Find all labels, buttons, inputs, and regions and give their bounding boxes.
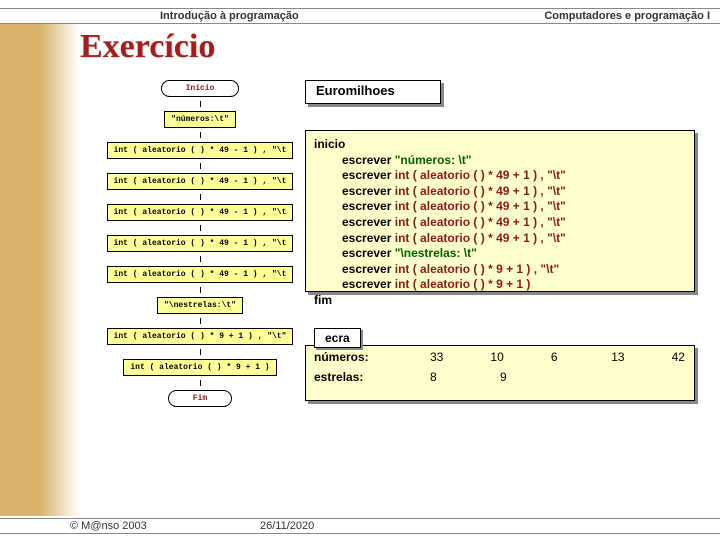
- code-line: escrever "números: \t": [342, 153, 686, 169]
- code-line: escrever int ( aleatorio ( ) * 49 + 1 ) …: [342, 168, 686, 184]
- output-value: 42: [672, 350, 686, 364]
- flow-stmt: int ( aleatorio ( ) * 49 - 1 ) , "\t: [107, 204, 294, 221]
- output-value: 10: [490, 350, 504, 364]
- code-body: escrever "números: \t" escrever int ( al…: [342, 153, 686, 293]
- flow-connector: [200, 132, 201, 138]
- flow-stmt: int ( aleatorio ( ) * 9 + 1 ): [123, 359, 276, 376]
- output-row-estrelas: estrelas: 8 9: [314, 370, 686, 384]
- flow-end: Fim: [168, 390, 232, 407]
- flow-connector: [200, 101, 201, 107]
- output-value: 13: [611, 350, 625, 364]
- output-label: números:: [314, 350, 384, 364]
- code-keyword-fim: fim: [314, 293, 686, 309]
- output-row-numeros: números: 33 10 6 13 42: [314, 350, 686, 364]
- output-value: 8: [430, 370, 454, 384]
- code-line: escrever "\nestrelas: \t": [342, 246, 686, 262]
- output-value: 33: [430, 350, 444, 364]
- header-right: Computadores e programação I: [544, 10, 710, 22]
- flow-connector: [200, 163, 201, 169]
- flow-connector: [200, 256, 201, 262]
- flow-connector: [200, 225, 201, 231]
- flow-connector: [200, 380, 201, 386]
- code-keyword-inicio: inicio: [314, 137, 686, 153]
- page-title: Exercício: [80, 28, 215, 66]
- code-line: escrever int ( aleatorio ( ) * 49 + 1 ) …: [342, 231, 686, 247]
- flow-connector: [200, 194, 201, 200]
- header-left: Introdução à programação: [160, 10, 299, 22]
- output-value: 9: [500, 370, 524, 384]
- code-line: escrever int ( aleatorio ( ) * 49 + 1 ) …: [342, 184, 686, 200]
- flow-connector: [200, 318, 201, 324]
- footer-copyright: © M@nso 2003: [70, 520, 147, 532]
- code-panel: inicio escrever "números: \t" escrever i…: [305, 130, 695, 292]
- output-label: estrelas:: [314, 370, 384, 384]
- flow-start: Início: [161, 80, 240, 97]
- flow-stmt: "\nestrelas:\t": [157, 297, 243, 314]
- algorithm-title: Euromilhoes: [316, 83, 395, 98]
- flow-stmt: "números:\t": [164, 111, 236, 128]
- flow-stmt: int ( aleatorio ( ) * 49 - 1 ) , "\t: [107, 235, 294, 252]
- flow-stmt: int ( aleatorio ( ) * 49 - 1 ) , "\t: [107, 173, 294, 190]
- flowchart: Início "números:\t" int ( aleatorio ( ) …: [100, 80, 300, 407]
- code-line: escrever int ( aleatorio ( ) * 9 + 1 ): [342, 277, 686, 293]
- footer-band: © M@nso 2003 26/11/2020: [0, 518, 720, 534]
- left-gradient: [0, 24, 80, 516]
- output-value: 6: [551, 350, 565, 364]
- flow-stmt: int ( aleatorio ( ) * 9 + 1 ) , "\t": [107, 328, 294, 345]
- flow-stmt: int ( aleatorio ( ) * 49 - 1 ) , "\t: [107, 266, 294, 283]
- flow-stmt: int ( aleatorio ( ) * 49 - 1 ) , "\t: [107, 142, 294, 159]
- output-panel-title: ecra: [314, 328, 361, 348]
- code-line: escrever int ( aleatorio ( ) * 9 + 1 ) ,…: [342, 262, 686, 278]
- algorithm-title-box: Euromilhoes: [305, 80, 441, 104]
- output-panel: ecra números: 33 10 6 13 42 estrelas: 8 …: [305, 345, 695, 401]
- flow-connector: [200, 349, 201, 355]
- code-line: escrever int ( aleatorio ( ) * 49 + 1 ) …: [342, 199, 686, 215]
- code-line: escrever int ( aleatorio ( ) * 49 + 1 ) …: [342, 215, 686, 231]
- flow-connector: [200, 287, 201, 293]
- footer-date: 26/11/2020: [260, 520, 314, 532]
- header-band: Introdução à programação Computadores e …: [0, 8, 720, 24]
